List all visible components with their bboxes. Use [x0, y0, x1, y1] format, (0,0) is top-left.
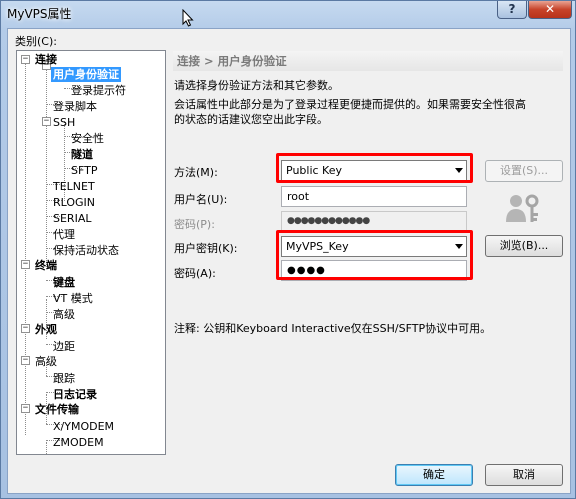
collapse-icon[interactable]: − [21, 324, 30, 333]
tree-item-connection[interactable]: 连接 [33, 52, 59, 67]
close-button[interactable]: ✕ [528, 1, 572, 19]
method-label: 方法(M): [174, 166, 218, 179]
note-text: 注释: 公钥和Keyboard Interactive仅在SSH/SFTP协议中… [174, 322, 492, 335]
passphrase-label: 密码(A): [174, 267, 216, 280]
section-header: 连接 > 用户身份验证 [173, 51, 563, 71]
properties-window: MyVPS属性 ? ✕ 类别(C): − − − − − − − 连接 用户身份… [0, 0, 576, 499]
tree-item-telnet[interactable]: TELNET [51, 179, 97, 194]
collapse-icon[interactable]: − [21, 356, 30, 365]
method-select-value: Public Key [286, 164, 342, 177]
mouse-cursor-icon [182, 9, 194, 27]
chevron-down-icon [455, 168, 463, 173]
category-tree[interactable]: − − − − − − − 连接 用户身份验证 登录提示符 登录脚本 SSH 安… [16, 50, 166, 455]
tree-item-advanced[interactable]: 高级 [33, 354, 59, 369]
tree-line [46, 442, 47, 454]
description-line-2: 会话属性中此部分是为了登录过程更便捷而提供的。如果需要安全性很高 [174, 98, 526, 111]
tree-item-serial[interactable]: SERIAL [51, 211, 93, 226]
tree-item-trace[interactable]: 跟踪 [51, 371, 77, 386]
tree-item-rlogin[interactable]: RLOGIN [51, 195, 97, 210]
tree-item-keepalive[interactable]: 保持活动状态 [51, 243, 121, 258]
user-key-select[interactable]: MyVPS_Key [281, 236, 467, 257]
collapse-icon[interactable]: − [21, 55, 30, 64]
tree-item-vt-mode[interactable]: VT 模式 [51, 291, 95, 306]
tree-item-tunnel[interactable]: 隧道 [69, 147, 95, 162]
tree-item-keyboard[interactable]: 键盘 [51, 275, 77, 290]
collapse-icon[interactable]: − [21, 404, 30, 413]
tree-item-terminal[interactable]: 终端 [33, 258, 59, 273]
window-title: MyVPS属性 [7, 7, 72, 21]
cancel-button[interactable]: 取消 [485, 464, 563, 486]
tree-item-xymodem[interactable]: X/YMODEM [51, 419, 116, 434]
category-label: 类别(C): [15, 35, 57, 48]
tree-item-login-prompt[interactable]: 登录提示符 [69, 83, 128, 98]
tree-item-security[interactable]: 安全性 [69, 131, 106, 146]
password-input[interactable]: ●●●●●●●●●●●● [281, 211, 467, 232]
passphrase-input[interactable]: ●●●● [281, 260, 467, 281]
ok-button[interactable]: 确定 [395, 464, 473, 486]
tree-item-file-transfer[interactable]: 文件传输 [33, 402, 81, 417]
username-input[interactable]: root [281, 186, 467, 207]
tree-line [25, 59, 26, 435]
title-bar[interactable]: MyVPS属性 ? ✕ [1, 1, 575, 27]
tree-item-login-script[interactable]: 登录脚本 [51, 99, 99, 114]
tree-item-zmodem[interactable]: ZMODEM [51, 435, 106, 450]
settings-button[interactable]: 设置(S)... [485, 160, 563, 182]
browse-button[interactable]: 浏览(B)... [485, 235, 563, 257]
method-select[interactable]: Public Key [281, 160, 467, 181]
user-key-label: 用户密钥(K): [174, 242, 238, 255]
tree-item-advanced-terminal[interactable]: 高级 [51, 307, 77, 322]
tree-item-proxy[interactable]: 代理 [51, 227, 77, 242]
user-key-select-value: MyVPS_Key [286, 240, 349, 253]
tree-item-logging[interactable]: 日志记录 [51, 387, 99, 402]
username-label: 用户名(U): [174, 193, 228, 206]
tree-item-margin[interactable]: 边距 [51, 339, 77, 354]
collapse-icon[interactable]: − [42, 117, 51, 126]
description-line-1: 请选择身份验证方法和其它参数。 [174, 79, 339, 92]
tree-item-sftp[interactable]: SFTP [69, 163, 99, 178]
help-button[interactable]: ? [497, 1, 527, 19]
tree-item-user-auth[interactable]: 用户身份验证 [51, 67, 121, 82]
tree-item-appearance[interactable]: 外观 [33, 322, 59, 337]
user-key-icon [506, 194, 539, 222]
description-line-3: 的状态的话建议您空出此字段。 [174, 113, 328, 126]
tree-line [46, 67, 47, 267]
dialog-client: 类别(C): − − − − − − − 连接 用户身份验证 登录提示符 登录脚… [7, 28, 571, 494]
tree-item-ssh[interactable]: SSH [51, 115, 77, 130]
chevron-down-icon [455, 244, 463, 249]
password-label: 密码(P): [174, 218, 215, 231]
collapse-icon[interactable]: − [21, 260, 30, 269]
